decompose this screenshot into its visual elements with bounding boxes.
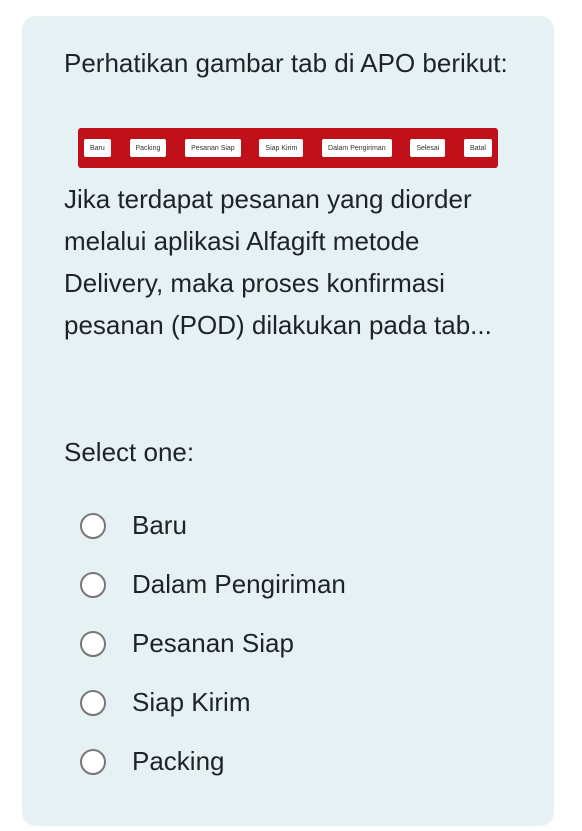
radio-button[interactable] bbox=[80, 512, 106, 539]
answer-option-label: Pesanan Siap bbox=[132, 628, 294, 658]
answer-option[interactable]: Dalam Pengiriman bbox=[80, 555, 346, 614]
tab-selesai: Selesai bbox=[410, 139, 446, 157]
radio-button[interactable] bbox=[80, 689, 106, 716]
answer-option[interactable]: Siap Kirim bbox=[80, 673, 346, 732]
answer-option[interactable]: Packing bbox=[80, 732, 346, 791]
tab-baru: Baru bbox=[84, 139, 111, 157]
tab-packing: Packing bbox=[129, 139, 167, 157]
answer-option-label: Baru bbox=[132, 510, 187, 540]
answer-option[interactable]: Pesanan Siap bbox=[80, 614, 346, 673]
radio-button[interactable] bbox=[80, 571, 106, 598]
question-intro: Perhatikan gambar tab di APO berikut: bbox=[64, 48, 508, 78]
tab-batal: Batal bbox=[463, 139, 492, 157]
answer-option[interactable]: Baru bbox=[80, 496, 346, 555]
tab-dalam-pengiriman: Dalam Pengiriman bbox=[322, 139, 392, 157]
radio-button[interactable] bbox=[80, 630, 106, 657]
select-one-label: Select one: bbox=[64, 437, 195, 467]
tab-siap-kirim: Siap Kirim bbox=[259, 139, 304, 157]
tab-pesanan-siap: Pesanan Siap bbox=[185, 139, 241, 157]
answer-option-label: Dalam Pengiriman bbox=[132, 569, 346, 599]
answer-option-label: Packing bbox=[132, 746, 225, 776]
answer-options: Baru Dalam Pengiriman Pesanan Siap Siap … bbox=[80, 496, 346, 791]
radio-button[interactable] bbox=[80, 748, 106, 775]
question-card: Perhatikan gambar tab di APO berikut: Ba… bbox=[22, 16, 554, 826]
apo-tab-bar-image: Baru Packing Pesanan Siap Siap Kirim Dal… bbox=[78, 128, 498, 168]
answer-option-label: Siap Kirim bbox=[132, 687, 251, 717]
question-body: Jika terdapat pesanan yang diorder melal… bbox=[64, 184, 492, 340]
